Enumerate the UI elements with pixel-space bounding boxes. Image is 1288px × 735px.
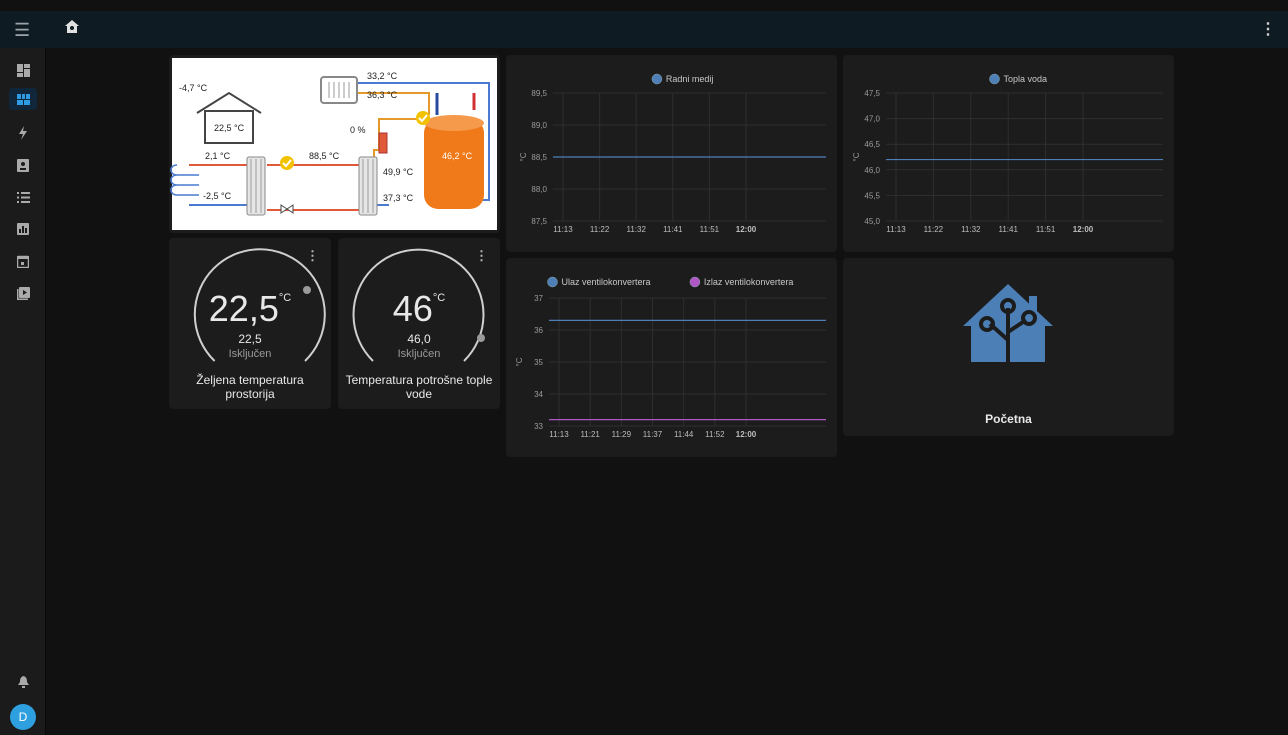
legend-swatch (689, 276, 701, 288)
card-label: Početna (985, 412, 1032, 426)
y-tick-label: 36 (534, 326, 543, 335)
top-bar: ☰ ⋮ (0, 11, 1288, 48)
hvac-state: Isključen (228, 348, 272, 360)
hvac-state: Isključen (397, 348, 441, 360)
temp-t2: 36,3 °C (367, 90, 398, 100)
temp-t1: 33,2 °C (367, 71, 398, 81)
history-icon[interactable] (9, 218, 37, 240)
x-tick-label: 11:21 (580, 430, 600, 439)
x-tick-label: 11:32 (626, 225, 646, 234)
y-tick-label: 88,0 (531, 185, 547, 194)
thermostat-card-room[interactable]: ⋮ 22,5°C 22,5 Isključen Željena temperat… (169, 238, 331, 409)
temp-t4: 37,3 °C (383, 193, 414, 203)
x-tick-label: 11:51 (700, 225, 720, 234)
x-tick-label: 11:13 (549, 430, 569, 439)
y-tick-label: 46,5 (864, 140, 880, 149)
thermostat-name: Temperatura potrošne tople vode (345, 373, 493, 401)
hp-out-temp: -2,5 °C (203, 191, 232, 201)
x-tick-label: 11:51 (1036, 225, 1056, 234)
x-tick-label: 11:22 (924, 225, 944, 234)
dashboard-icon[interactable] (9, 88, 37, 110)
y-axis-label: °C (515, 357, 524, 366)
thermostat-name: Željena temperatura prostorija (196, 373, 304, 401)
avatar[interactable]: D (10, 704, 36, 730)
y-axis-label: °C (852, 152, 861, 161)
sidebar: D (0, 48, 46, 735)
legend-swatch (547, 276, 558, 288)
x-tick-label: 11:13 (886, 225, 906, 234)
line-chart[interactable]: Ulaz ventilokonvertera Izlaz ventilokonve… (506, 258, 837, 457)
energy-icon[interactable] (9, 122, 37, 144)
calendar-icon[interactable] (9, 250, 37, 272)
x-tick-label: 11:32 (961, 225, 981, 234)
map-icon[interactable] (9, 154, 37, 176)
media-icon[interactable] (9, 282, 37, 304)
home-assistant-logo-icon (963, 284, 1053, 362)
current-temperature: 22,5 (238, 332, 262, 346)
y-tick-label: 34 (534, 390, 543, 399)
menu-icon[interactable]: ☰ (14, 20, 30, 41)
indoor-temp: 22,5 °C (214, 123, 245, 133)
line-chart[interactable]: Topla voda 47,5 47,0 46,5 46,0 45,5 45,0 11:13 1… (843, 55, 1174, 252)
heating-diagram: -4,7 °C 22,5 °C 33,2 °C 36,3 °C 0 % 2,1 … (170, 58, 497, 230)
bell-icon[interactable] (9, 671, 37, 693)
overview-icon[interactable] (9, 59, 37, 81)
x-tick-label: 12:00 (1073, 225, 1094, 234)
chart-card-radni-medij[interactable]: Radni medij 89,5 89,0 88,5 88,0 87,5 11:13 11:2… (506, 55, 837, 252)
x-tick-label: 12:00 (736, 430, 757, 439)
x-tick-label: 11:52 (705, 430, 725, 439)
y-tick-label: 33 (534, 422, 543, 431)
y-axis-label: °C (519, 152, 528, 161)
y-tick-label: 35 (534, 358, 543, 367)
home-assistant-card[interactable]: Početna (843, 258, 1174, 436)
target-temperature: 22,5 (208, 288, 279, 329)
x-tick-label: 11:22 (590, 225, 610, 234)
x-tick-label: 11:41 (998, 225, 1018, 234)
x-tick-label: 12:00 (736, 225, 757, 234)
x-tick-label: 11:44 (674, 430, 694, 439)
thermostat-card-water[interactable]: ⋮ 46°C 46,0 Isključen Temperatura potroš… (338, 238, 500, 409)
y-tick-label: 47,5 (864, 89, 880, 98)
logbook-icon[interactable] (9, 186, 37, 208)
chart-card-topla-voda[interactable]: Topla voda 47,5 47,0 46,5 46,0 45,5 45,0 11:13 1… (843, 55, 1174, 252)
y-tick-label: 89,0 (531, 121, 547, 130)
y-tick-label: 37 (534, 294, 543, 303)
x-tick-label: 11:29 (612, 430, 632, 439)
target-temperature: 46 (392, 288, 433, 329)
hp-in-temp: 2,1 °C (205, 151, 231, 161)
home-icon[interactable] (64, 19, 80, 40)
line-chart[interactable]: Radni medij 89,5 89,0 88,5 88,0 87,5 11:13 11:2… (506, 55, 837, 252)
legend-swatch (651, 73, 663, 85)
y-tick-label: 47,0 (864, 115, 880, 124)
current-temperature: 46,0 (407, 332, 431, 346)
temp-t3: 49,9 °C (383, 167, 414, 177)
chart-card-ventilokonverter[interactable]: Ulaz ventilokonvertera Izlaz ventilokonve… (506, 258, 837, 457)
outdoor-temp: -4,7 °C (179, 83, 208, 93)
x-tick-label: 11:41 (663, 225, 683, 234)
temperature-unit: °C (278, 292, 292, 304)
heating-diagram-card[interactable]: -4,7 °C 22,5 °C 33,2 °C 36,3 °C 0 % 2,1 … (169, 55, 500, 233)
more-vert-icon[interactable]: ⋮ (1260, 19, 1276, 39)
tank-temp: 46,2 °C (442, 151, 473, 161)
valve-percent: 0 % (350, 125, 366, 135)
legend-swatch (989, 73, 1000, 85)
y-tick-label: 45,0 (864, 217, 880, 226)
y-tick-label: 89,5 (531, 89, 547, 98)
x-tick-label: 11:13 (553, 225, 573, 234)
legend-label: Radni medij (666, 74, 714, 84)
legend-label: Izlaz ventilokonvertera (704, 277, 794, 287)
temperature-unit: °C (432, 292, 446, 304)
y-tick-label: 87,5 (531, 217, 547, 226)
y-tick-label: 88,5 (531, 153, 547, 162)
legend-label: Ulaz ventilokonvertera (562, 277, 651, 287)
x-tick-label: 11:37 (643, 430, 663, 439)
y-tick-label: 45,5 (864, 191, 880, 200)
legend-label: Topla voda (1004, 74, 1048, 84)
y-tick-label: 46,0 (864, 166, 880, 175)
mid-temp: 88,5 °C (309, 151, 340, 161)
